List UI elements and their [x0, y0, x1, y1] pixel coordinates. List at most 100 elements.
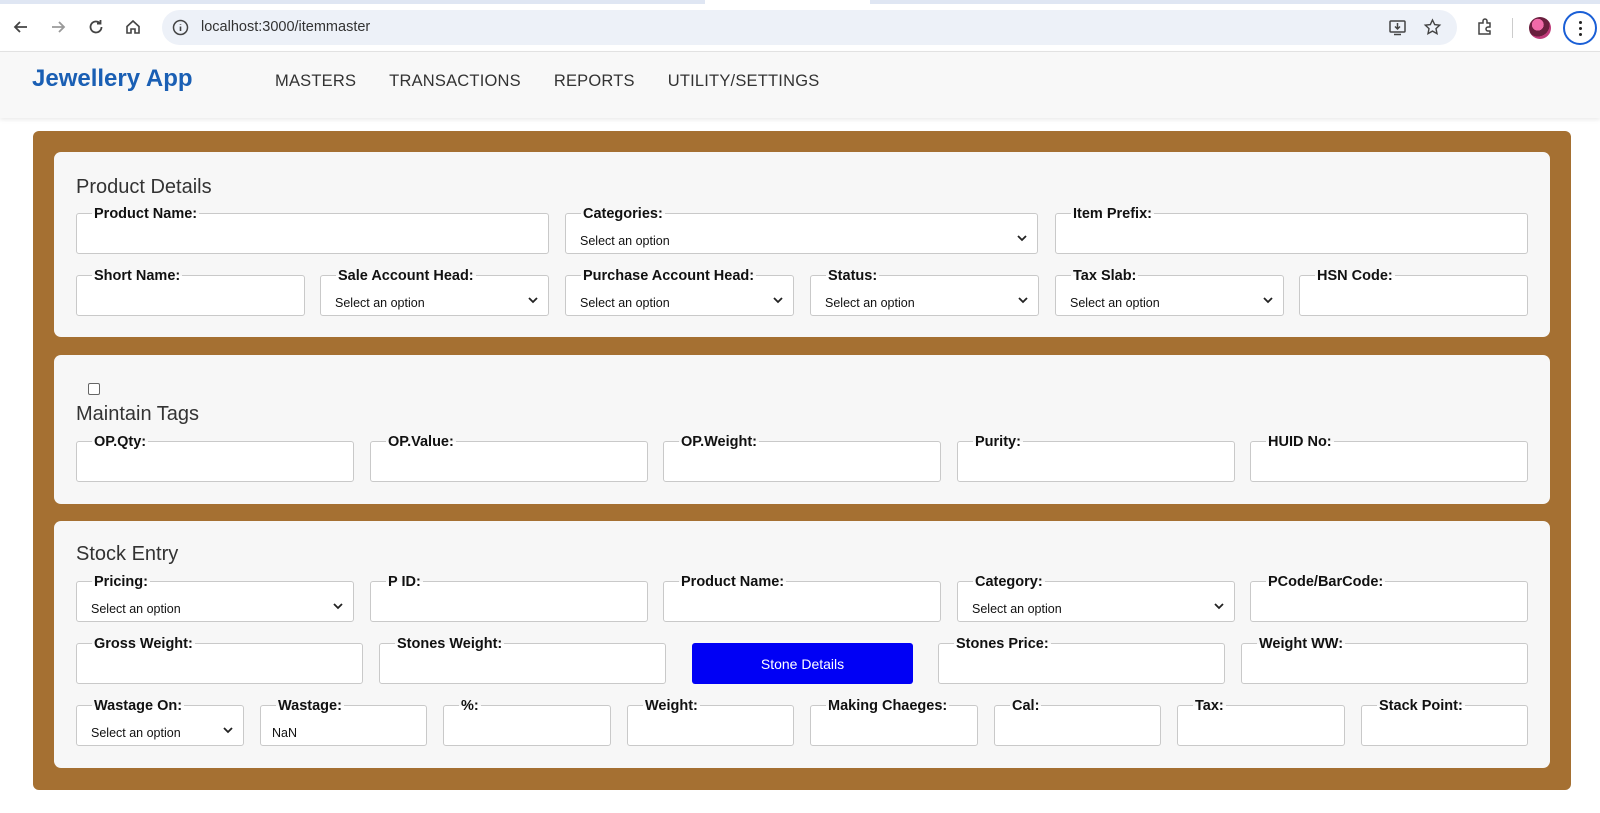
- weight-ww-label: Weight WW:: [1257, 636, 1346, 652]
- stack-point-field[interactable]: Stack Point:: [1361, 698, 1528, 746]
- weight-field[interactable]: Weight:: [627, 698, 794, 746]
- maintain-tags-card: Maintain Tags OP.Qty: OP.Value: OP.Weigh…: [54, 355, 1550, 504]
- chevron-down-icon: [528, 297, 538, 304]
- op-weight-label: OP.Weight:: [679, 434, 759, 450]
- section-title-maintain-tags: Maintain Tags: [76, 403, 200, 425]
- op-value-label: OP.Value:: [386, 434, 456, 450]
- maintain-tags-checkbox[interactable]: [88, 383, 100, 395]
- percent-label: %:: [459, 698, 481, 714]
- status-label: Status:: [826, 268, 880, 284]
- hsn-code-field[interactable]: HSN Code:: [1299, 268, 1528, 316]
- extensions-icon[interactable]: [1475, 17, 1495, 37]
- stack-point-label: Stack Point:: [1377, 698, 1465, 714]
- tax-slab-label: Tax Slab:: [1071, 268, 1139, 284]
- purity-field[interactable]: Purity:: [957, 434, 1235, 482]
- pid-field[interactable]: P ID:: [370, 574, 648, 622]
- purchase-account-head-select[interactable]: Purchase Account Head: Select an option: [565, 268, 794, 316]
- weight-ww-field[interactable]: Weight WW:: [1241, 636, 1528, 684]
- op-qty-field[interactable]: OP.Qty:: [76, 434, 354, 482]
- chevron-down-icon: [1017, 235, 1027, 242]
- sale-account-head-label: Sale Account Head:: [336, 268, 476, 284]
- making-charges-label: Making Chaeges:: [826, 698, 950, 714]
- sale-account-head-value: Select an option: [335, 296, 425, 310]
- huid-no-field[interactable]: HUID No:: [1250, 434, 1528, 482]
- browser-menu-button[interactable]: [1563, 11, 1597, 45]
- chevron-down-icon: [333, 603, 343, 610]
- nav-reports[interactable]: REPORTS: [554, 72, 635, 91]
- pid-label: P ID:: [386, 574, 423, 590]
- category-label: Category:: [973, 574, 1045, 590]
- app-brand[interactable]: Jewellery App: [32, 65, 193, 93]
- item-prefix-field[interactable]: Item Prefix:: [1055, 206, 1528, 254]
- op-value-field[interactable]: OP.Value:: [370, 434, 648, 482]
- section-title-product-details: Product Details: [76, 176, 212, 198]
- cal-field[interactable]: Cal:: [994, 698, 1161, 746]
- weight-label: Weight:: [643, 698, 700, 714]
- bookmark-star-icon[interactable]: [1423, 18, 1442, 37]
- tax-slab-value: Select an option: [1070, 296, 1160, 310]
- gross-weight-field[interactable]: Gross Weight:: [76, 636, 363, 684]
- chevron-down-icon: [1263, 297, 1273, 304]
- short-name-field[interactable]: Short Name:: [76, 268, 305, 316]
- item-prefix-label: Item Prefix:: [1071, 206, 1154, 222]
- categories-label: Categories:: [581, 206, 665, 222]
- wastage-label: Wastage:: [276, 698, 344, 714]
- site-info-icon[interactable]: [172, 19, 189, 36]
- sale-account-head-select[interactable]: Sale Account Head: Select an option: [320, 268, 549, 316]
- huid-no-label: HUID No:: [1266, 434, 1334, 450]
- categories-select[interactable]: Categories: Select an option: [565, 206, 1038, 254]
- nav-transactions[interactable]: TRANSACTIONS: [389, 72, 521, 91]
- pricing-select[interactable]: Pricing: Select an option: [76, 574, 354, 622]
- hsn-code-label: HSN Code:: [1315, 268, 1395, 284]
- tax-label: Tax:: [1193, 698, 1226, 714]
- making-charges-field[interactable]: Making Chaeges:: [810, 698, 978, 746]
- url-text[interactable]: localhost:3000/itemmaster: [201, 19, 370, 35]
- wastage-on-label: Wastage On:: [92, 698, 185, 714]
- stock-product-name-field[interactable]: Product Name:: [663, 574, 941, 622]
- tax-slab-select[interactable]: Tax Slab: Select an option: [1055, 268, 1284, 316]
- wastage-on-select[interactable]: Wastage On: Select an option: [76, 698, 244, 746]
- app-header: Jewellery App MASTERS TRANSACTIONS REPOR…: [0, 52, 1600, 118]
- product-details-card: Product Details Product Name: Categories…: [54, 152, 1550, 337]
- wastage-field[interactable]: Wastage: NaN: [260, 698, 427, 746]
- status-value: Select an option: [825, 296, 915, 310]
- product-name-label: Product Name:: [92, 206, 200, 222]
- more-vert-icon: [1578, 19, 1582, 37]
- short-name-label: Short Name:: [92, 268, 183, 284]
- percent-field[interactable]: %:: [443, 698, 611, 746]
- main-nav: MASTERS TRANSACTIONS REPORTS UTILITY/SET…: [275, 72, 819, 91]
- pcode-barcode-field[interactable]: PCode/BarCode:: [1250, 574, 1528, 622]
- home-icon[interactable]: [120, 14, 146, 40]
- address-bar[interactable]: localhost:3000/itemmaster: [162, 10, 1457, 45]
- purchase-account-head-value: Select an option: [580, 296, 670, 310]
- category-select[interactable]: Category: Select an option: [957, 574, 1235, 622]
- stone-details-button[interactable]: Stone Details: [692, 643, 913, 684]
- chevron-down-icon: [1018, 297, 1028, 304]
- status-select[interactable]: Status: Select an option: [810, 268, 1039, 316]
- chevron-down-icon: [223, 727, 233, 734]
- category-value: Select an option: [972, 602, 1062, 616]
- product-name-field[interactable]: Product Name:: [76, 206, 549, 254]
- categories-value: Select an option: [580, 234, 670, 248]
- stones-weight-label: Stones Weight:: [395, 636, 505, 652]
- pricing-label: Pricing:: [92, 574, 150, 590]
- reload-icon[interactable]: [83, 14, 109, 40]
- nav-masters[interactable]: MASTERS: [275, 72, 356, 91]
- wastage-value: NaN: [272, 726, 298, 740]
- wastage-on-value: Select an option: [91, 726, 181, 740]
- stock-product-name-label: Product Name:: [679, 574, 787, 590]
- install-app-icon[interactable]: [1388, 18, 1407, 37]
- profile-avatar[interactable]: [1529, 17, 1551, 39]
- toolbar-divider: [1512, 18, 1513, 38]
- nav-utility-settings[interactable]: UTILITY/SETTINGS: [668, 72, 820, 91]
- op-qty-label: OP.Qty:: [92, 434, 149, 450]
- stock-entry-card: Stock Entry Pricing: Select an option P …: [54, 521, 1550, 768]
- tax-field[interactable]: Tax:: [1177, 698, 1345, 746]
- op-weight-field[interactable]: OP.Weight:: [663, 434, 941, 482]
- stones-price-field[interactable]: Stones Price:: [938, 636, 1225, 684]
- gross-weight-label: Gross Weight:: [92, 636, 195, 652]
- forward-icon[interactable]: [45, 14, 71, 40]
- purity-label: Purity:: [973, 434, 1023, 450]
- back-icon[interactable]: [8, 14, 34, 40]
- stones-weight-field[interactable]: Stones Weight:: [379, 636, 666, 684]
